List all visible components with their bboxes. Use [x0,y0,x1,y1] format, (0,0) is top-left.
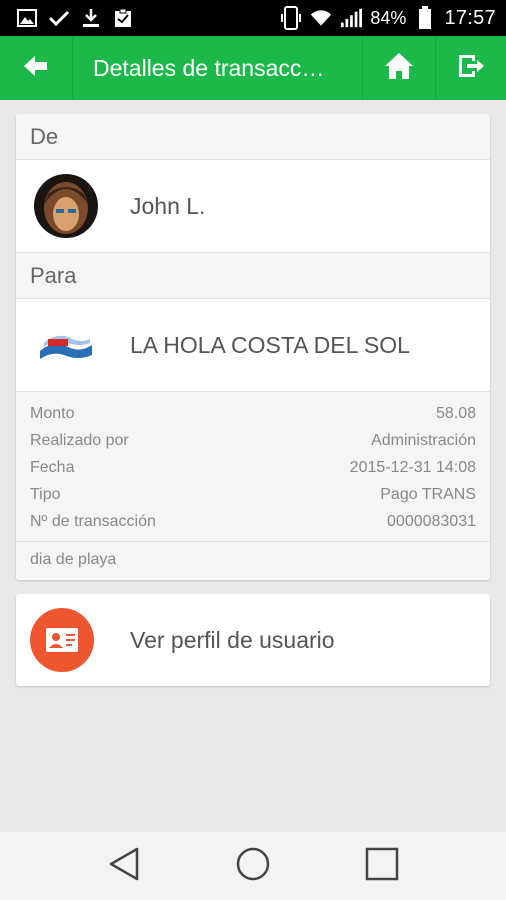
detail-value: Administración [371,431,476,449]
nav-home-button[interactable] [228,841,278,891]
app-bar: Detalles de transacc… [0,36,506,100]
home-circle-icon [235,846,271,887]
to-party: LA HOLA COSTA DEL SOL [16,299,490,392]
detail-value: 0000083031 [387,512,476,530]
check-icon [48,7,70,29]
from-name: John L. [130,192,206,219]
nav-back-button[interactable] [99,841,149,891]
download-icon [80,7,102,29]
view-profile-label: Ver perfil de usuario [130,626,335,653]
merchant-logo [34,313,98,377]
detail-value: 2015-12-31 14:08 [349,458,476,476]
page-title: Detalles de transacc… [93,54,325,81]
status-bar: 84% 17:57 [0,0,506,36]
wifi-icon [310,7,332,29]
battery-percent: 84% [370,7,407,28]
detail-row-transaction-number: Nº de transacción 0000083031 [30,508,476,535]
view-profile-button[interactable]: Ver perfil de usuario [16,594,490,686]
vibrate-icon [280,6,302,30]
detail-row-type: Tipo Pago TRANS [30,481,476,508]
transaction-card: De John L. Para LA HOLA COSTA DEL SOL Mo… [16,114,490,580]
detail-value: 58.08 [435,404,476,422]
to-label: Para [30,262,77,288]
detail-value: Pago TRANS [380,485,476,503]
detail-label: Realizado por [30,431,129,449]
detail-label: Tipo [30,485,61,503]
transaction-note: dia de playa [16,542,490,578]
image-icon [16,7,38,29]
to-name: LA HOLA COSTA DEL SOL [130,331,410,358]
logout-button[interactable] [435,36,506,100]
detail-label: Monto [30,404,75,422]
back-triangle-icon [108,847,140,886]
status-icons-left [0,7,134,29]
details-list: Monto 58.08 Realizado por Administración… [16,392,490,542]
back-button[interactable] [0,36,73,100]
detail-row-amount: Monto 58.08 [30,400,476,427]
nav-recents-button[interactable] [357,841,407,891]
system-nav-bar [0,832,506,900]
from-header: De [16,114,490,160]
from-party: John L. [16,160,490,253]
exit-icon [457,53,485,84]
status-icons-right: 84% 17:57 [280,6,506,30]
clock: 17:57 [444,6,496,29]
recents-square-icon [365,847,399,886]
signal-icon [340,7,363,29]
from-avatar-wrap [16,174,116,238]
battery-icon [414,6,436,29]
from-label: De [30,123,59,149]
detail-label: Nº de transacción [30,512,156,530]
home-button[interactable] [362,36,435,100]
to-header: Para [16,253,490,299]
avatar [34,174,98,238]
detail-row-made-by: Realizado por Administración [30,427,476,454]
detail-label: Fecha [30,458,75,476]
clipboard-icon [112,7,134,29]
home-icon [384,52,414,85]
to-logo-wrap [16,313,116,377]
detail-row-date: Fecha 2015-12-31 14:08 [30,454,476,481]
note-text: dia de playa [30,551,117,568]
arrow-left-icon [23,55,49,82]
contact-card-icon [30,608,94,672]
